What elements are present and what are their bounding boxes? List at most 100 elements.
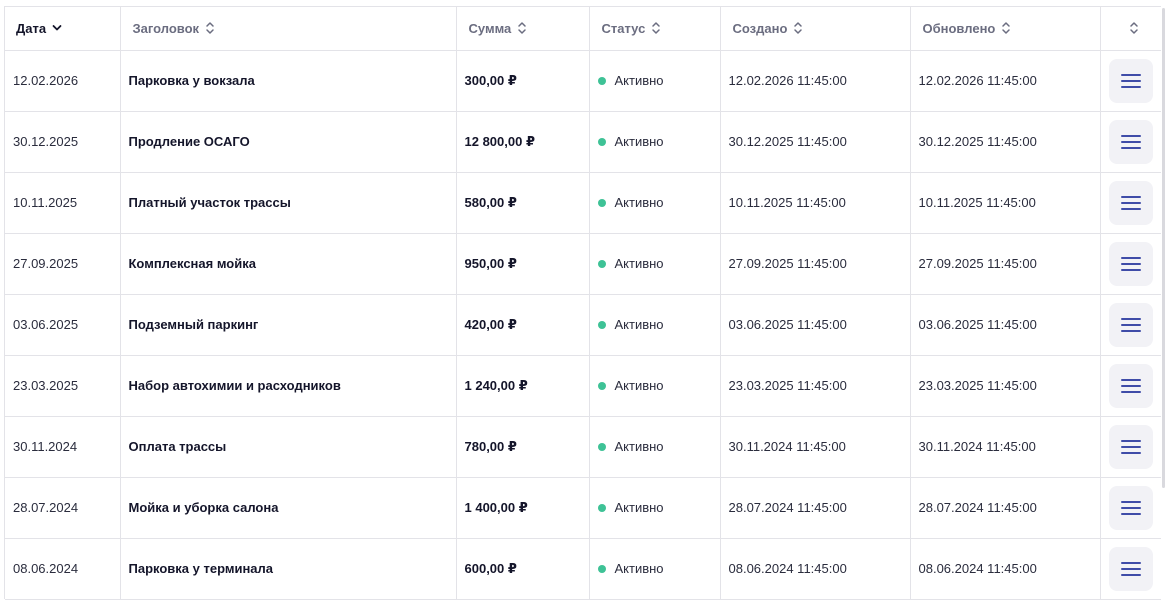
title-value: Оплата трассы [128, 439, 227, 454]
cell-title: Подземный паркинг [120, 294, 457, 356]
updated-value: 27.09.2025 11:45:00 [918, 256, 1037, 271]
cell-status: Активно [589, 355, 721, 417]
column-header-label: Заголовок [132, 20, 200, 36]
column-header-label: Сумма [468, 20, 512, 36]
status-value: Активно [614, 256, 664, 271]
cell-updated: 28.07.2024 11:45:00 [910, 477, 1101, 539]
table-row[interactable]: 08.06.2024 Парковка у терминала 600,00 ₽… [5, 538, 1163, 600]
table-row[interactable]: 23.03.2025 Набор автохимии и расходников… [5, 355, 1163, 417]
table-row[interactable]: 28.07.2024 Мойка и уборка салона 1 400,0… [5, 477, 1163, 539]
cell-sum: 950,00 ₽ [456, 233, 590, 295]
cell-sum: 580,00 ₽ [456, 172, 590, 234]
table-row[interactable]: 30.12.2025 Продление ОСАГО 12 800,00 ₽ А… [5, 111, 1163, 173]
status-dot-icon [597, 76, 606, 85]
created-value: 30.12.2025 11:45:00 [728, 134, 847, 149]
status-badge: Активно [597, 73, 720, 88]
column-header-actions[interactable] [1100, 7, 1163, 51]
cell-created: 23.03.2025 11:45:00 [720, 355, 911, 417]
cell-updated: 08.06.2024 11:45:00 [910, 538, 1101, 600]
cell-sum: 1 240,00 ₽ [456, 355, 590, 417]
status-dot-icon [597, 503, 606, 512]
status-value: Активно [614, 317, 664, 332]
cell-status: Активно [589, 477, 721, 539]
updated-value: 03.06.2025 11:45:00 [918, 317, 1037, 332]
column-header-date[interactable]: Дата [5, 7, 121, 51]
cell-created: 30.12.2025 11:45:00 [720, 111, 911, 173]
row-menu-button[interactable] [1109, 303, 1153, 347]
row-menu-button[interactable] [1109, 486, 1153, 530]
cell-created: 28.07.2024 11:45:00 [720, 477, 911, 539]
status-dot-icon [597, 564, 606, 573]
cell-updated: 30.12.2025 11:45:00 [910, 111, 1101, 173]
created-value: 30.11.2024 11:45:00 [728, 439, 846, 454]
hamburger-menu-icon [1121, 134, 1141, 150]
title-value: Парковка у терминала [128, 561, 274, 576]
cell-date: 08.06.2024 [5, 538, 121, 600]
cell-actions [1100, 294, 1163, 356]
sort-toggle-icon [1001, 21, 1011, 35]
created-value: 27.09.2025 11:45:00 [728, 256, 847, 271]
table-row[interactable]: 12.02.2026 Парковка у вокзала 300,00 ₽ А… [5, 50, 1163, 112]
row-menu-button[interactable] [1109, 547, 1153, 591]
created-value: 08.06.2024 11:45:00 [728, 561, 847, 576]
status-dot-icon [597, 198, 606, 207]
status-value: Активно [614, 500, 664, 515]
status-dot-icon [597, 442, 606, 451]
row-menu-button[interactable] [1109, 242, 1153, 286]
cell-actions [1100, 538, 1163, 600]
cell-updated: 23.03.2025 11:45:00 [910, 355, 1101, 417]
title-value: Продление ОСАГО [128, 134, 250, 149]
cell-status: Активно [589, 233, 721, 295]
status-value: Активно [614, 439, 664, 454]
title-value: Подземный паркинг [128, 317, 259, 332]
created-value: 23.03.2025 11:45:00 [728, 378, 847, 393]
status-value: Активно [614, 134, 664, 149]
cell-actions [1100, 233, 1163, 295]
cell-created: 27.09.2025 11:45:00 [720, 233, 911, 295]
cell-status: Активно [589, 294, 721, 356]
cell-sum: 12 800,00 ₽ [456, 111, 590, 173]
updated-value: 12.02.2026 11:45:00 [918, 73, 1037, 88]
title-value: Комплексная мойка [128, 256, 256, 271]
table-row[interactable]: 10.11.2025 Платный участок трассы 580,00… [5, 172, 1163, 234]
title-value: Платный участок трассы [128, 195, 291, 210]
status-badge: Активно [597, 256, 720, 271]
scrollbar-thumb[interactable] [1162, 8, 1165, 488]
updated-value: 28.07.2024 11:45:00 [918, 500, 1037, 515]
column-header-title[interactable]: Заголовок [120, 7, 457, 51]
cell-actions [1100, 355, 1163, 417]
updated-value: 08.06.2024 11:45:00 [918, 561, 1037, 576]
status-value: Активно [614, 561, 664, 576]
row-menu-button[interactable] [1109, 364, 1153, 408]
cell-sum: 780,00 ₽ [456, 416, 590, 478]
cell-updated: 10.11.2025 11:45:00 [910, 172, 1101, 234]
cell-actions [1100, 111, 1163, 173]
row-menu-button[interactable] [1109, 181, 1153, 225]
row-menu-button[interactable] [1109, 425, 1153, 469]
column-header-created[interactable]: Создано [720, 7, 911, 51]
column-header-status[interactable]: Статус [589, 7, 721, 51]
date-value: 30.11.2024 [13, 439, 78, 454]
cell-date: 30.11.2024 [5, 416, 121, 478]
row-menu-button[interactable] [1109, 59, 1153, 103]
row-menu-button[interactable] [1109, 120, 1153, 164]
column-header-sum[interactable]: Сумма [456, 7, 590, 51]
column-header-updated[interactable]: Обновлено [910, 7, 1101, 51]
hamburger-menu-icon [1121, 256, 1141, 272]
status-badge: Активно [597, 317, 720, 332]
cell-status: Активно [589, 111, 721, 173]
cell-status: Активно [589, 416, 721, 478]
cell-sum: 300,00 ₽ [456, 50, 590, 112]
sort-toggle-icon [1129, 21, 1139, 35]
cell-title: Платный участок трассы [120, 172, 457, 234]
table-row[interactable]: 03.06.2025 Подземный паркинг 420,00 ₽ Ак… [5, 294, 1163, 356]
cell-updated: 30.11.2024 11:45:00 [910, 416, 1101, 478]
cell-title: Мойка и уборка салона [120, 477, 457, 539]
title-value: Набор автохимии и расходников [128, 378, 341, 393]
sort-toggle-icon [205, 21, 215, 35]
table-row[interactable]: 30.11.2024 Оплата трассы 780,00 ₽ Активн… [5, 416, 1163, 478]
status-badge: Активно [597, 500, 720, 515]
date-value: 08.06.2024 [13, 561, 79, 576]
table-row[interactable]: 27.09.2025 Комплексная мойка 950,00 ₽ Ак… [5, 233, 1163, 295]
hamburger-menu-icon [1121, 195, 1141, 211]
